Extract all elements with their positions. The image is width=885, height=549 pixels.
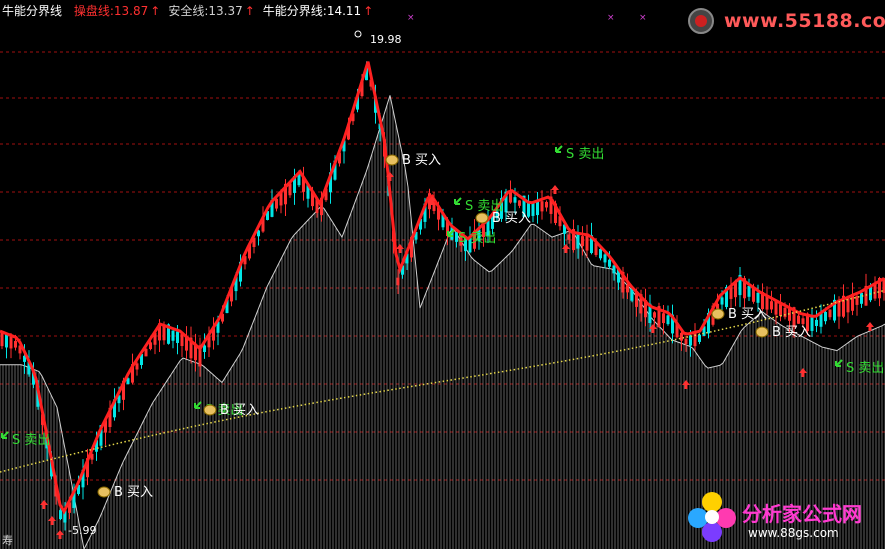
corner-label: 寿 xyxy=(2,534,13,547)
money-bag-icon xyxy=(385,154,399,166)
candle-body xyxy=(0,331,4,347)
candle-body xyxy=(666,315,670,325)
candle-body xyxy=(531,203,535,216)
candle-body xyxy=(788,308,791,321)
high-marker xyxy=(354,30,362,38)
up-arrow-icon: ↑ xyxy=(244,4,255,18)
header-line-2: 牛能分界线:14.11 xyxy=(262,4,362,18)
candle-body xyxy=(545,201,548,208)
safety-line xyxy=(0,95,885,549)
signal-label: B 买入 xyxy=(220,403,259,418)
watermark-text: www.55188.com xyxy=(724,10,885,32)
signal-label: B 买入 xyxy=(772,325,811,340)
high-label: 19.98 xyxy=(370,33,402,46)
red-arrow-icon xyxy=(40,500,48,509)
flower-logo-icon xyxy=(688,492,736,542)
signal-label: S 卖出 xyxy=(566,147,604,162)
candle-body xyxy=(536,200,539,216)
candle-body xyxy=(513,197,517,203)
indicator-name: 牛能分界线 xyxy=(2,4,63,18)
money-bag-icon xyxy=(755,326,769,338)
candle-body xyxy=(801,318,805,325)
candle-body xyxy=(203,345,206,353)
money-bag-icon xyxy=(97,486,111,498)
logo-icon xyxy=(688,8,714,34)
signal-label: B 买入 xyxy=(492,211,531,226)
candle-body xyxy=(824,311,827,322)
watermark-title: 分析家公式网 xyxy=(742,502,862,526)
header-line-1: 安全线:13.37 xyxy=(168,4,243,18)
candle-body xyxy=(756,292,760,303)
candle-body xyxy=(518,200,521,206)
indicator-header: 牛能分界线 操盘线:13.87 ↑ 安全线:13.37 ↑ 牛能分界线:14.11 ↑ xyxy=(2,2,377,19)
candle-body xyxy=(680,332,683,341)
candle-body xyxy=(770,301,773,310)
signal-label: S 卖出 xyxy=(458,231,496,246)
top-marker: × xyxy=(407,13,415,23)
candle-body xyxy=(176,331,179,343)
signal-label: B 买入 xyxy=(114,485,153,500)
watermark-55188: www.55188.com xyxy=(684,6,885,36)
candle-body xyxy=(698,334,701,342)
candle-body xyxy=(396,277,400,286)
candle-body xyxy=(275,198,278,209)
red-arrow-icon xyxy=(799,368,807,377)
trend-line xyxy=(0,61,885,515)
header-line-0: 操盘线:13.87 xyxy=(73,4,149,18)
candle-body xyxy=(171,330,175,341)
sell-arrow-icon xyxy=(454,197,462,205)
sell-arrow-icon xyxy=(555,145,563,153)
red-arrow-icon xyxy=(48,516,56,525)
money-bag-icon xyxy=(475,212,489,224)
candle-body xyxy=(567,234,571,240)
candle-body xyxy=(608,259,611,267)
candle-body xyxy=(59,510,62,520)
candle-body xyxy=(779,304,782,316)
candle-body xyxy=(612,265,616,274)
signal-label: B 买入 xyxy=(728,307,767,322)
up-arrow-icon: ↑ xyxy=(150,4,161,18)
candle-body xyxy=(720,297,724,305)
candle-body xyxy=(14,341,17,348)
red-arrow-icon xyxy=(682,380,690,389)
candle-body xyxy=(815,319,818,326)
red-arrow-icon xyxy=(562,244,570,253)
candle-body xyxy=(684,338,688,345)
candle-body xyxy=(599,248,602,259)
candle-body xyxy=(5,334,8,348)
watermark-url: www.88gs.com xyxy=(748,526,839,540)
signal-label: S 卖出 xyxy=(12,433,50,448)
watermark-88gs: 分析家公式网 www.88gs.com xyxy=(684,488,884,546)
candle-body xyxy=(653,312,656,318)
candle-body xyxy=(626,284,629,293)
candle-body xyxy=(797,315,800,324)
price-chart: 19.98-5.99S 卖出B 买入S 卖出B 买入S 卖出S 卖出B 买入S … xyxy=(0,13,885,549)
candle-body xyxy=(9,336,13,349)
signal-label: B 买入 xyxy=(402,153,441,168)
top-marker: × xyxy=(639,13,647,23)
candle-body xyxy=(855,296,859,305)
candle-body xyxy=(149,342,152,350)
candle-body xyxy=(783,307,787,318)
candle-body xyxy=(662,313,665,324)
money-bag-icon xyxy=(711,308,725,320)
signal-label: S 卖出 xyxy=(846,361,884,376)
candle-body xyxy=(581,236,584,247)
up-arrow-icon: ↑ xyxy=(363,4,374,18)
low-label: -5.99 xyxy=(68,524,96,537)
red-arrow-icon xyxy=(551,185,559,194)
candle-body xyxy=(860,292,863,304)
candle-body xyxy=(828,309,832,318)
money-bag-icon xyxy=(203,404,217,416)
candle-body xyxy=(144,348,148,357)
candle-body xyxy=(747,285,751,297)
candle-body xyxy=(135,363,139,370)
candle-body xyxy=(603,254,607,263)
candle-body xyxy=(540,201,544,212)
top-marker: × xyxy=(607,13,615,23)
